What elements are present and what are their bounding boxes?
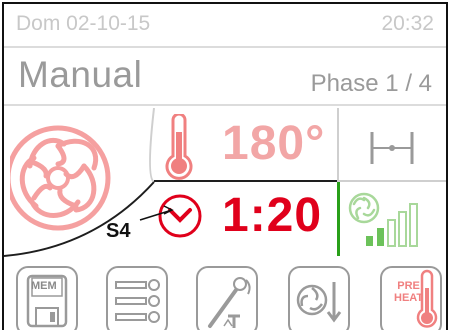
mem-save-icon — [26, 274, 68, 328]
preheat-label-line1: PRE — [397, 280, 420, 292]
timer-x-icon[interactable] — [150, 186, 208, 242]
step-label: S4 — [106, 220, 131, 242]
trays-timer-button[interactable] — [106, 266, 168, 330]
oven-control-panel: Dom 02-10-15 20:32 Manual Phase 1 / 4 18… — [2, 2, 448, 330]
fan-cooldown-icon — [296, 282, 342, 323]
preheat-button[interactable]: PRE HEAT — [380, 266, 442, 330]
trays-timer-icon — [115, 279, 160, 323]
core-probe-icon — [208, 277, 251, 328]
core-probe-button[interactable] — [196, 266, 258, 330]
fan-speed-accent — [337, 182, 340, 256]
thermometer-icon — [165, 114, 193, 180]
section-divider — [339, 180, 446, 182]
time-setpoint[interactable]: 1:20 — [222, 188, 322, 243]
mem-label: MEM — [31, 280, 57, 292]
preheat-label-line2: HEAT — [394, 292, 424, 304]
status-time: 20:32 — [381, 12, 434, 35]
preheat-label: PRE HEAT — [394, 280, 423, 304]
cooldown-button[interactable] — [288, 266, 350, 330]
phase-indicator[interactable]: Phase 1 / 4 — [311, 70, 432, 98]
fan-speed-icon[interactable] — [348, 192, 440, 248]
temperature-setpoint[interactable]: 180° — [222, 116, 325, 171]
status-bar: Dom 02-10-15 20:32 — [4, 4, 446, 48]
phase-link-icon[interactable] — [366, 124, 418, 172]
main-panel: 180° S4 1:20 — [4, 108, 446, 258]
toolbar: MEM PRE HEAT — [4, 262, 446, 330]
mem-button[interactable]: MEM — [16, 266, 78, 330]
mode-title: Manual — [18, 54, 143, 95]
mode-bar[interactable]: Manual Phase 1 / 4 — [4, 50, 446, 106]
status-date: Dom 02-10-15 — [16, 12, 151, 35]
